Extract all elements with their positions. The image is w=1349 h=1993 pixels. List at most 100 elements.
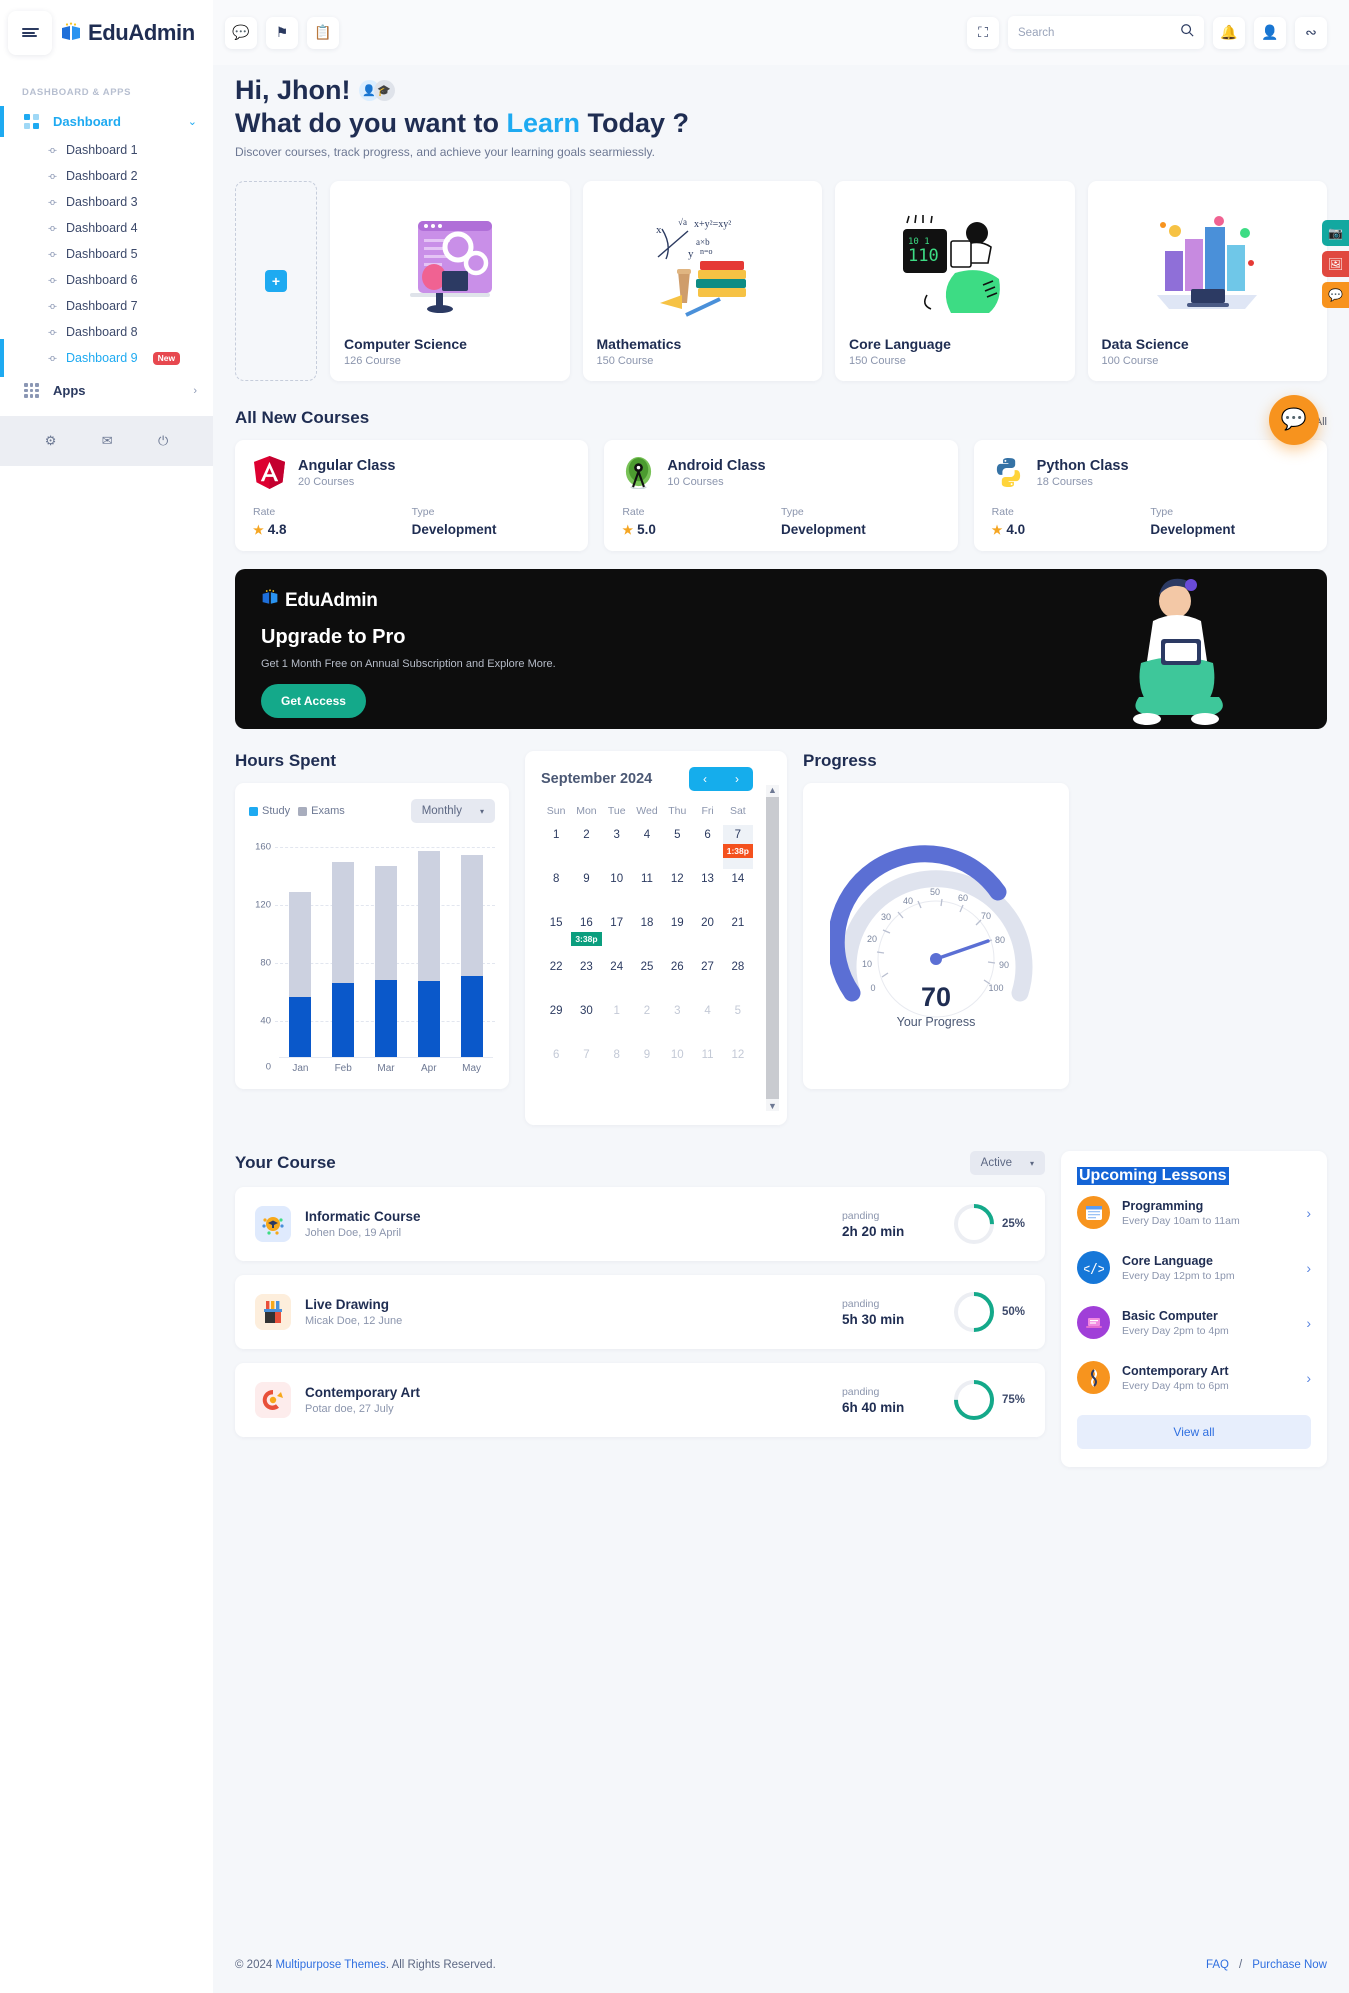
chevron-right-icon[interactable]: › [1306, 1260, 1311, 1276]
category-card-core-language[interactable]: 10 1 110 Core Language 150 Course [835, 181, 1075, 381]
calendar-day-cell[interactable]: 12 [662, 869, 692, 913]
calendar-day-cell[interactable]: 17 [602, 913, 632, 957]
sidebar-item-dashboard-5[interactable]: -o- Dashboard 5 [0, 241, 213, 267]
message-icon[interactable]: 💬 [1322, 282, 1349, 308]
calendar-day-cell[interactable]: 3 [602, 825, 632, 869]
calendar-day-cell[interactable]: 9 [632, 1045, 662, 1089]
calendar-day-cell[interactable]: 6 [692, 825, 722, 869]
calendar-day-cell[interactable]: 4 [632, 825, 662, 869]
calendar-day-cell[interactable]: 30 [571, 1001, 601, 1045]
period-select[interactable]: Monthly ▾ [410, 799, 495, 823]
lesson-item-basic-computer[interactable]: Basic Computer Every Day 2pm to 4pm › [1077, 1295, 1311, 1350]
category-card-computer-science[interactable]: Computer Science 126 Course [330, 181, 570, 381]
sidebar-item-dashboard-8[interactable]: -o- Dashboard 8 [0, 319, 213, 345]
power-icon[interactable]: ⏻ [158, 433, 168, 449]
sidebar-item-dashboard-4[interactable]: -o- Dashboard 4 [0, 215, 213, 241]
search-icon[interactable] [1180, 23, 1194, 42]
chevron-up-icon[interactable]: ▲ [768, 785, 777, 795]
calendar-day-cell[interactable]: 13 [692, 869, 722, 913]
calendar-day-cell[interactable]: 5 [723, 1001, 753, 1045]
gear-icon[interactable]: ⚙ [45, 433, 57, 449]
bell-icon[interactable]: 🔔 [1213, 16, 1245, 49]
calendar-day-cell[interactable]: 8 [541, 869, 571, 913]
sidebar-item-dashboard-2[interactable]: -o- Dashboard 2 [0, 163, 213, 189]
category-card-data-science[interactable]: Data Science 100 Course [1087, 181, 1327, 381]
clipboard-icon[interactable]: 📋 [307, 16, 339, 49]
calendar-day-cell[interactable]: 20 [692, 913, 722, 957]
sidebar-toggle-button[interactable] [8, 10, 52, 55]
calendar-day-cell[interactable]: 11 [692, 1045, 722, 1089]
mail-icon[interactable]: ✉ [102, 433, 113, 449]
user-icon[interactable]: 👤 [1254, 16, 1286, 49]
fullscreen-icon[interactable]: ⛶ [967, 16, 999, 49]
calendar-day-cell[interactable]: 19 [662, 913, 692, 957]
course-card-angular[interactable]: Angular Class 20 Courses Rate ★ 4.8 Type… [235, 440, 589, 551]
category-card-mathematics[interactable]: x x+y²=xy² √a y a×b n=o Mathematics 150 … [582, 181, 822, 381]
calendar-day-cell[interactable]: 2 [632, 1001, 662, 1045]
brand[interactable]: EduAdmin [60, 20, 195, 46]
chevron-right-icon[interactable]: › [1306, 1370, 1311, 1386]
calendar-prev-button[interactable]: ‹ [689, 767, 721, 791]
calendar-day-cell[interactable]: 1 [541, 825, 571, 869]
sidebar-group-dashboard[interactable]: Dashboard ⌄ [0, 106, 213, 137]
calendar-day-cell[interactable]: 1 [602, 1001, 632, 1045]
calendar-day-cell[interactable]: 6 [541, 1045, 571, 1089]
calendar-day-cell[interactable]: 25 [632, 957, 662, 1001]
calendar-day-cell[interactable]: 10 [662, 1045, 692, 1089]
sidebar-item-dashboard-9[interactable]: -o- Dashboard 9 New [0, 339, 213, 377]
calendar-day-cell[interactable]: 16 3:38p [571, 913, 602, 957]
faq-link[interactable]: FAQ [1206, 1959, 1229, 1971]
calendar-day-cell[interactable]: 7 1:38p [722, 825, 753, 869]
course-filter-select[interactable]: Active ▾ [969, 1151, 1045, 1175]
calendar-day-cell[interactable]: 9 [571, 869, 601, 913]
calendar-day-cell[interactable]: 28 [723, 957, 753, 1001]
calendar-next-button[interactable]: › [721, 767, 753, 791]
share-icon[interactable]: ∾ [1295, 16, 1327, 49]
chat-fab-button[interactable]: 💬 [1269, 395, 1319, 445]
footer-brand-link[interactable]: Multipurpose Themes [275, 1959, 385, 1971]
lesson-item-core-language[interactable]: </> Core Language Every Day 12pm to 1pm … [1077, 1240, 1311, 1295]
calendar-day-cell[interactable]: 5 [662, 825, 692, 869]
course-row-informatic[interactable]: Informatic Course Johen Doe, 19 April pa… [235, 1187, 1045, 1261]
sidebar-item-dashboard-7[interactable]: -o- Dashboard 7 [0, 293, 213, 319]
image-icon[interactable]: 🖼 [1322, 251, 1349, 277]
calendar-event-badge[interactable]: 1:38p [722, 844, 753, 858]
add-category-button[interactable]: + [235, 181, 317, 381]
get-access-button[interactable]: Get Access [261, 684, 366, 718]
course-row-live-drawing[interactable]: Live Drawing Micak Doe, 12 June panding … [235, 1275, 1045, 1349]
calendar-day-cell[interactable]: 27 [692, 957, 722, 1001]
calendar-day-cell[interactable]: 26 [662, 957, 692, 1001]
lesson-item-contemporary-art[interactable]: Contemporary Art Every Day 4pm to 6pm › [1077, 1350, 1311, 1405]
scrollbar-thumb[interactable] [766, 797, 779, 1099]
camera-icon[interactable]: 📷 [1322, 220, 1349, 246]
search-box[interactable] [1008, 16, 1204, 49]
calendar-day-cell[interactable]: 23 [571, 957, 601, 1001]
calendar-day-cell[interactable]: 3 [662, 1001, 692, 1045]
calendar-day-cell[interactable]: 10 [602, 869, 632, 913]
sidebar-item-dashboard-1[interactable]: -o- Dashboard 1 [0, 137, 213, 163]
calendar-scrollbar[interactable]: ▲ ▼ [766, 785, 779, 1111]
calendar-day-cell[interactable]: 21 [723, 913, 753, 957]
course-row-contemporary-art[interactable]: Contemporary Art Potar doe, 27 July pand… [235, 1363, 1045, 1437]
calendar-day-cell[interactable]: 18 [632, 913, 662, 957]
calendar-event-badge[interactable]: 3:38p [571, 932, 602, 946]
upcoming-view-all-button[interactable]: View all [1077, 1415, 1311, 1449]
purchase-now-link[interactable]: Purchase Now [1252, 1959, 1327, 1971]
chevron-right-icon[interactable]: › [1306, 1205, 1311, 1221]
calendar-day-cell[interactable]: 7 [571, 1045, 601, 1089]
calendar-day-cell[interactable]: 22 [541, 957, 571, 1001]
course-card-android[interactable]: Android Class 10 Courses Rate ★ 5.0 Type… [604, 440, 958, 551]
calendar-day-cell[interactable]: 15 [541, 913, 571, 957]
chevron-down-icon[interactable]: ▼ [768, 1101, 777, 1111]
sidebar-item-apps[interactable]: Apps › [0, 371, 213, 410]
calendar-day-cell[interactable]: 12 [723, 1045, 753, 1089]
lesson-item-programming[interactable]: Programming Every Day 10am to 11am › [1077, 1185, 1311, 1240]
calendar-day-cell[interactable]: 8 [602, 1045, 632, 1089]
search-input[interactable] [1018, 26, 1174, 39]
chevron-right-icon[interactable]: › [1306, 1315, 1311, 1331]
calendar-day-cell[interactable]: 11 [632, 869, 662, 913]
calendar-day-cell[interactable]: 4 [692, 1001, 722, 1045]
flag-icon[interactable]: ⚑ [266, 16, 298, 49]
sidebar-item-dashboard-6[interactable]: -o- Dashboard 6 [0, 267, 213, 293]
calendar-day-cell[interactable]: 29 [541, 1001, 571, 1045]
